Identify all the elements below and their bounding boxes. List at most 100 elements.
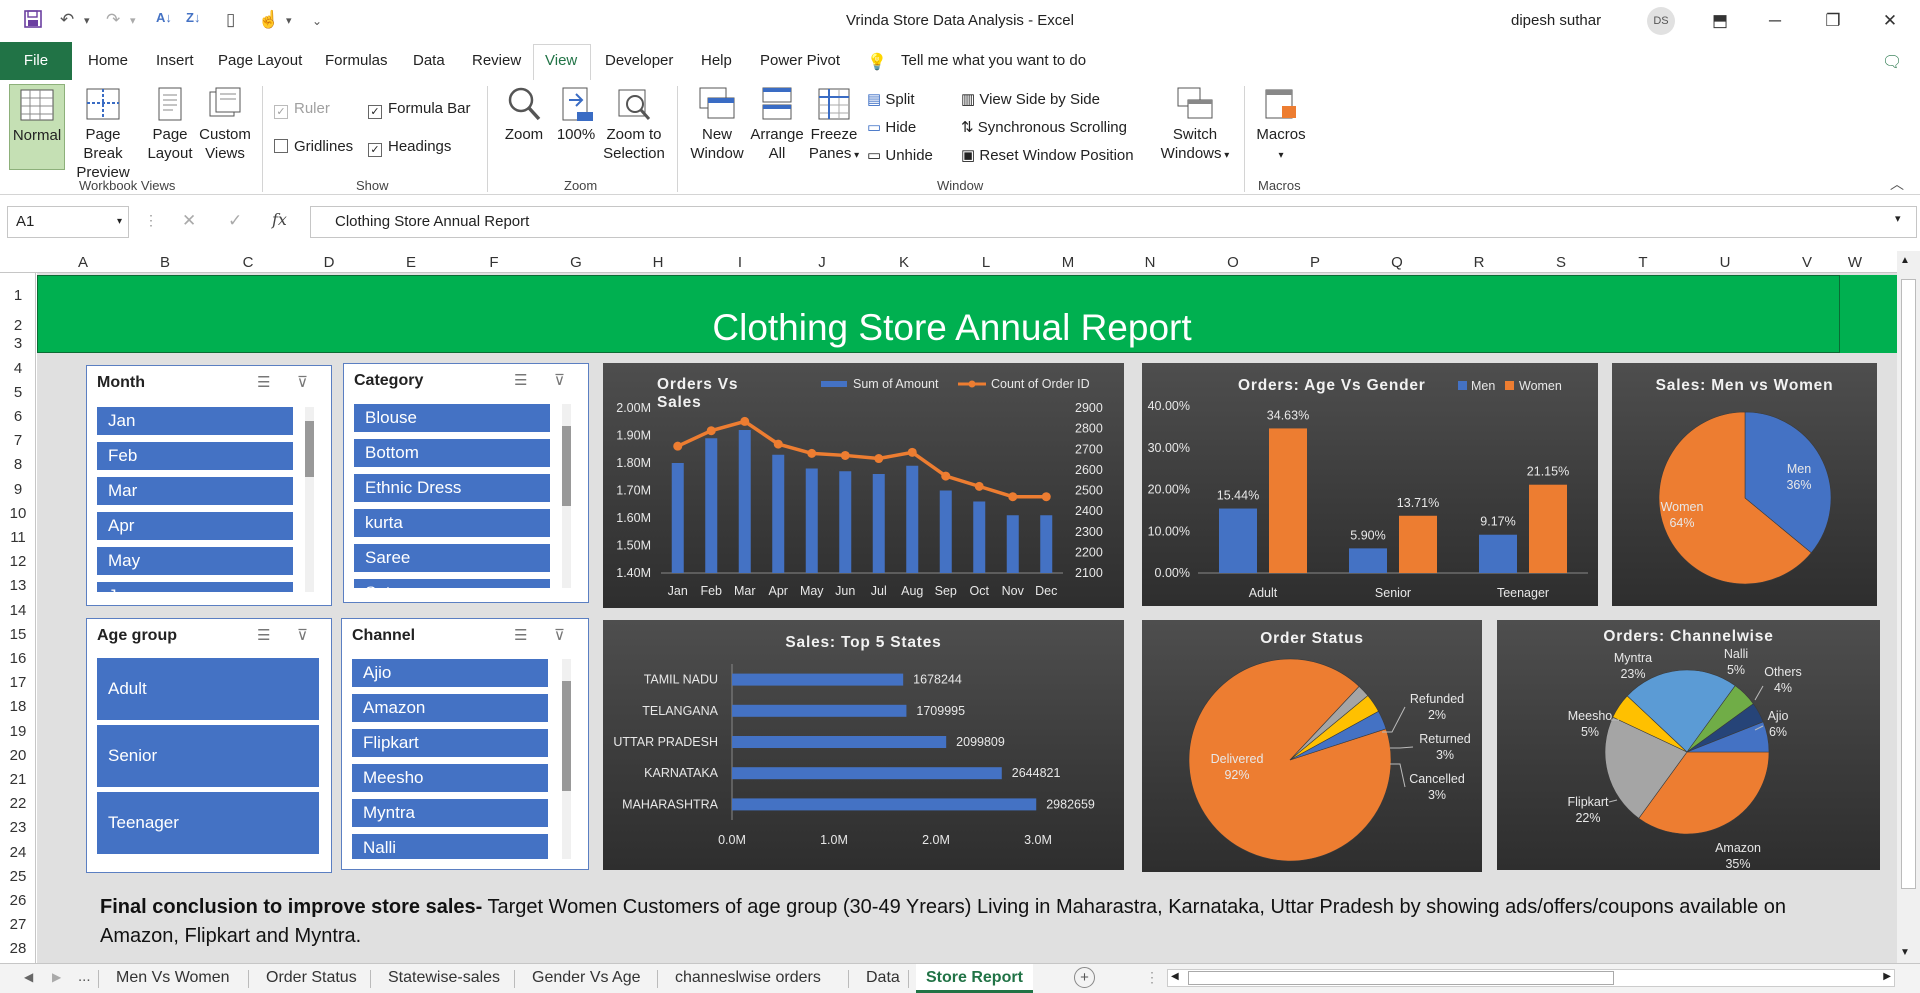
- tab-insert[interactable]: Insert: [156, 52, 194, 69]
- orders-vs-sales-chart[interactable]: Orders Vs Sales Sum of Amount Count of Or…: [603, 363, 1124, 608]
- column-header[interactable]: G: [535, 254, 617, 271]
- normal-view-button[interactable]: Normal: [9, 84, 65, 170]
- name-box[interactable]: A1 ▾: [7, 206, 129, 238]
- column-header[interactable]: T: [1602, 254, 1684, 271]
- macros-button[interactable]: Macros ▾: [1254, 86, 1308, 165]
- tell-me-search[interactable]: Tell me what you want to do: [901, 52, 1086, 69]
- slicer-scrollbar[interactable]: [562, 404, 571, 588]
- row-header[interactable]: 6: [0, 408, 36, 425]
- column-header[interactable]: C: [207, 254, 289, 271]
- prev-sheet-icon[interactable]: ◀: [24, 970, 33, 984]
- tab-page-layout[interactable]: Page Layout: [218, 52, 302, 69]
- tab-splitter-icon[interactable]: ⋮: [1145, 969, 1159, 986]
- tab-developer[interactable]: Developer: [605, 52, 673, 69]
- slicer-item[interactable]: kurta: [354, 509, 550, 537]
- tab-power-pivot[interactable]: Power Pivot: [760, 52, 840, 69]
- split-button[interactable]: ▤ Split: [867, 90, 915, 108]
- slicer-item[interactable]: Nalli: [352, 834, 548, 859]
- page-layout-button[interactable]: Page Layout: [145, 86, 195, 163]
- row-header[interactable]: 15: [0, 626, 36, 643]
- freeze-panes-button[interactable]: Freeze Panes ▾: [808, 86, 860, 165]
- sheet-tab[interactable]: channeslwise orders: [665, 964, 831, 993]
- slicer-item[interactable]: Meesho: [352, 764, 548, 792]
- column-header[interactable]: I: [699, 254, 781, 271]
- custom-views-button[interactable]: Custom Views: [196, 86, 254, 163]
- tab-review[interactable]: Review: [472, 52, 521, 69]
- multi-select-icon[interactable]: ☰: [514, 371, 527, 389]
- row-header[interactable]: 18: [0, 698, 36, 715]
- row-header[interactable]: 23: [0, 819, 36, 836]
- slicer-item[interactable]: Saree: [354, 544, 550, 572]
- slicer-item[interactable]: Adult: [97, 658, 319, 720]
- reset-window-position-button[interactable]: ▣ Reset Window Position: [961, 146, 1134, 164]
- vertical-scrollbar[interactable]: ▲ ▼: [1897, 251, 1920, 963]
- age-group-slicer[interactable]: Age group ☰ ⊽ Adult Senior Teenager: [86, 618, 332, 873]
- category-slicer[interactable]: Category ☰ ⊽ Blouse Bottom Ethnic Dress …: [343, 363, 589, 603]
- sheet-tab[interactable]: Men Vs Women: [106, 964, 240, 993]
- column-header[interactable]: V: [1766, 254, 1848, 271]
- tab-formulas[interactable]: Formulas: [325, 52, 388, 69]
- synchronous-scrolling-button[interactable]: ⇅ Synchronous Scrolling: [961, 118, 1127, 136]
- arrange-all-button[interactable]: Arrange All: [749, 86, 805, 163]
- sheet-tab[interactable]: Statewise-sales: [378, 964, 510, 993]
- row-header[interactable]: 10: [0, 505, 36, 522]
- slicer-scrollbar[interactable]: [562, 659, 571, 859]
- slicer-item[interactable]: Blouse: [354, 404, 550, 432]
- column-header[interactable]: S: [1520, 254, 1602, 271]
- column-header[interactable]: D: [288, 254, 370, 271]
- sheet-tab[interactable]: Gender Vs Age: [522, 964, 651, 993]
- avatar[interactable]: DS: [1647, 7, 1675, 35]
- slicer-item[interactable]: Apr: [97, 512, 293, 540]
- comments-icon[interactable]: 🗨: [1882, 52, 1902, 72]
- unhide-button[interactable]: ▭ Unhide: [867, 146, 933, 164]
- slicer-item[interactable]: Set: [354, 579, 550, 588]
- more-sheets[interactable]: ...: [78, 968, 91, 985]
- column-header[interactable]: U: [1684, 254, 1766, 271]
- switch-windows-button[interactable]: Switch Windows ▾: [1159, 86, 1231, 165]
- confirm-entry-icon[interactable]: ✓: [228, 211, 242, 231]
- row-header[interactable]: 9: [0, 481, 36, 498]
- slicer-item[interactable]: May: [97, 547, 293, 575]
- row-header[interactable]: 3: [0, 335, 36, 352]
- tab-help[interactable]: Help: [701, 52, 732, 69]
- clear-filter-icon[interactable]: ⊽: [554, 371, 565, 389]
- gridlines-checkbox[interactable]: Gridlines: [274, 138, 353, 155]
- multi-select-icon[interactable]: ☰: [257, 626, 270, 644]
- multi-select-icon[interactable]: ☰: [514, 626, 527, 644]
- column-header[interactable]: H: [617, 254, 699, 271]
- view-side-by-side-button[interactable]: ▥ View Side by Side: [961, 90, 1100, 108]
- clear-filter-icon[interactable]: ⊽: [297, 373, 308, 391]
- column-header[interactable]: K: [863, 254, 945, 271]
- ruler-checkbox[interactable]: ✓ Ruler: [274, 100, 330, 119]
- minimize-icon[interactable]: ─: [1755, 6, 1795, 36]
- column-header[interactable]: B: [124, 254, 206, 271]
- row-header[interactable]: 2: [0, 317, 36, 334]
- slicer-item[interactable]: Bottom: [354, 439, 550, 467]
- ribbon-display-icon[interactable]: ⬒: [1700, 6, 1740, 36]
- close-icon[interactable]: ✕: [1870, 6, 1910, 36]
- insert-function-icon[interactable]: fx: [272, 210, 287, 229]
- column-header[interactable]: A: [42, 254, 124, 271]
- row-header[interactable]: 16: [0, 650, 36, 667]
- zoom-button[interactable]: Zoom: [500, 86, 548, 144]
- column-header[interactable]: O: [1192, 254, 1274, 271]
- column-header[interactable]: N: [1109, 254, 1191, 271]
- men-vs-women-pie-chart[interactable]: Sales: Men vs Women Men 36% Women 64%: [1612, 363, 1877, 606]
- collapse-ribbon-icon[interactable]: ︿: [1890, 174, 1904, 194]
- row-header[interactable]: 25: [0, 868, 36, 885]
- add-sheet-icon[interactable]: +: [1074, 967, 1095, 988]
- horizontal-scrollbar[interactable]: ◀ ▶: [1167, 969, 1895, 987]
- column-header[interactable]: M: [1027, 254, 1109, 271]
- tab-data[interactable]: Data: [413, 52, 445, 69]
- column-header[interactable]: R: [1438, 254, 1520, 271]
- headings-checkbox[interactable]: ✓ Headings: [368, 138, 451, 157]
- row-header[interactable]: 7: [0, 432, 36, 449]
- row-header[interactable]: 8: [0, 456, 36, 473]
- column-header[interactable]: J: [781, 254, 863, 271]
- row-header[interactable]: 11: [0, 529, 36, 546]
- formula-bar-checkbox[interactable]: ✓ Formula Bar: [368, 100, 471, 119]
- slicer-scrollbar[interactable]: [305, 407, 314, 592]
- cancel-entry-icon[interactable]: ✕: [182, 211, 196, 231]
- row-header[interactable]: 4: [0, 360, 36, 377]
- slicer-item[interactable]: Jan: [97, 407, 293, 435]
